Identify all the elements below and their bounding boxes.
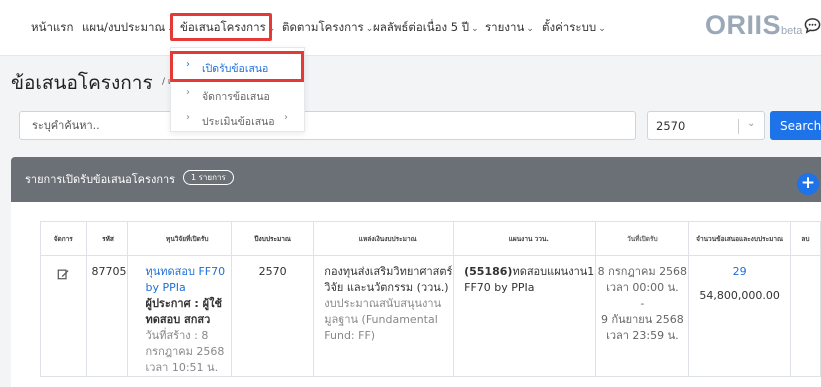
top-nav: หน้าแรก แผน/งบประมาณ ⌄ ข้อเสนอโครงการ ⌄ ติ… (0, 0, 821, 56)
date-separator: - (640, 297, 645, 310)
add-button[interactable]: + (797, 173, 819, 195)
cell-delete (789, 255, 821, 377)
chevron-right-icon: › (186, 87, 190, 98)
chevron-down-icon: ⌄ (526, 24, 534, 34)
nav-tracking[interactable]: ติดตามโครงการ ⌄ (282, 19, 373, 37)
cell-code: 87705 (85, 255, 128, 377)
select-divider (738, 119, 739, 134)
cell-year: 2570 (231, 255, 315, 377)
menu-item-evaluate-proposals[interactable]: › ประเมินข้อเสนอ › (171, 107, 306, 133)
search-field[interactable] (19, 111, 636, 140)
plan-code: (55186) (464, 265, 513, 278)
menu-item-manage-proposals[interactable]: › จัดการข้อเสนอ (171, 82, 306, 108)
oriis-logo: ORIISbeta (705, 10, 803, 40)
search-input[interactable] (20, 112, 635, 139)
source-main: กองทุนส่งเสริมวิทยาศาสตร์ วิจัย และนวัตก… (324, 265, 453, 294)
nav-settings[interactable]: ตั้งค่าระบบ ⌄ (542, 19, 606, 37)
budget-amount: 54,800,000.00 (699, 289, 780, 302)
proposal-count-link[interactable]: 29 (689, 264, 790, 280)
year-value: 2570 (656, 119, 686, 133)
edit-icon[interactable] (57, 268, 69, 280)
cell-source: กองทุนส่งเสริมวิทยาศาสตร์ วิจัย และนวัตก… (313, 255, 455, 377)
col-code: รหัส (85, 221, 128, 256)
chat-icon[interactable] (804, 17, 821, 34)
nav-plan-budget[interactable]: แผน/งบประมาณ ⌄ (82, 19, 175, 37)
col-date: วันที่เปิดรับ (595, 221, 690, 256)
card-header: รายการเปิดรับข้อเสนอโครงการ 1 รายการ (11, 157, 821, 202)
fund-created: วันที่สร้าง : 8 กรกฎาคม 2568 เวลา 10:51 … (145, 329, 225, 374)
col-year: ปีงบประมาณ (231, 221, 315, 256)
nav-home[interactable]: หน้าแรก (31, 19, 73, 37)
cell-plan: (55186)ทดสอบแผนงาน1 FF70 by PPIa (453, 255, 597, 377)
cell-count: 29 54,800,000.00 (688, 255, 791, 377)
chevron-down-icon: ⌄ (471, 24, 479, 34)
nav-reports[interactable]: รายงาน ⌄ (485, 19, 534, 37)
nav-outcomes[interactable]: ผลลัพธ์ต่อเนื่อง 5 ปี ⌄ (373, 19, 479, 37)
submenu-chevron-icon: › (284, 112, 288, 123)
date-end: 9 กันยายน 2568 เวลา 23:59 น. (600, 313, 684, 342)
chevron-down-icon: ⌄ (747, 118, 756, 129)
col-manage: จัดการ (40, 221, 87, 256)
table-row: 87705 ทุนทดสอบ FF70 by PPIa ผู้ประกาศ : … (40, 255, 821, 377)
plus-icon: + (800, 173, 816, 193)
nav-highlight-box (170, 13, 272, 41)
chevron-right-icon: › (186, 112, 190, 123)
col-count: จำนวนข้อเสนอและงบประมาณ (688, 221, 791, 256)
col-plan: แผนงาน ววน. (453, 221, 597, 256)
page-title: ข้อเสนอโครงการ (11, 72, 153, 94)
source-sub: งบประมาณสนับสนุนงานมูลฐาน (Fundamental F… (324, 297, 442, 342)
proposals-table: จัดการ รหัส ทุนวิจัยที่เปิดรับ ปีงบประมา… (40, 221, 821, 377)
date-start: 8 กรกฎาคม 2568 เวลา 00:00 น. (597, 265, 688, 294)
col-delete: ลบ (789, 221, 821, 256)
count-badge: 1 รายการ (183, 170, 234, 185)
card-title: รายการเปิดรับข้อเสนอโครงการ (25, 173, 176, 186)
chevron-down-icon: ⌄ (598, 24, 606, 34)
cell-manage (40, 255, 87, 377)
dropdown-highlight-box (170, 51, 304, 82)
cell-date: 8 กรกฎาคม 2568 เวลา 00:00 น. - 9 กันยายน… (595, 255, 690, 377)
fund-link[interactable]: ทุนทดสอบ FF70 by PPIa (146, 264, 232, 296)
col-source: แหล่งเงินงบประมาณ (313, 221, 455, 256)
table-header-row: จัดการ รหัส ทุนวิจัยที่เปิดรับ ปีงบประมา… (40, 221, 821, 256)
col-fund: ทุนวิจัยที่เปิดรับ (126, 221, 233, 256)
year-select[interactable]: 2570 ⌄ (647, 111, 765, 140)
search-button[interactable]: Search (770, 111, 821, 140)
cell-fund: ทุนทดสอบ FF70 by PPIa ผู้ประกาศ : ผู้ใช้… (126, 255, 233, 377)
fund-announcer: ผู้ประกาศ : ผู้ใช้ทดสอบ สกสว (145, 297, 222, 326)
